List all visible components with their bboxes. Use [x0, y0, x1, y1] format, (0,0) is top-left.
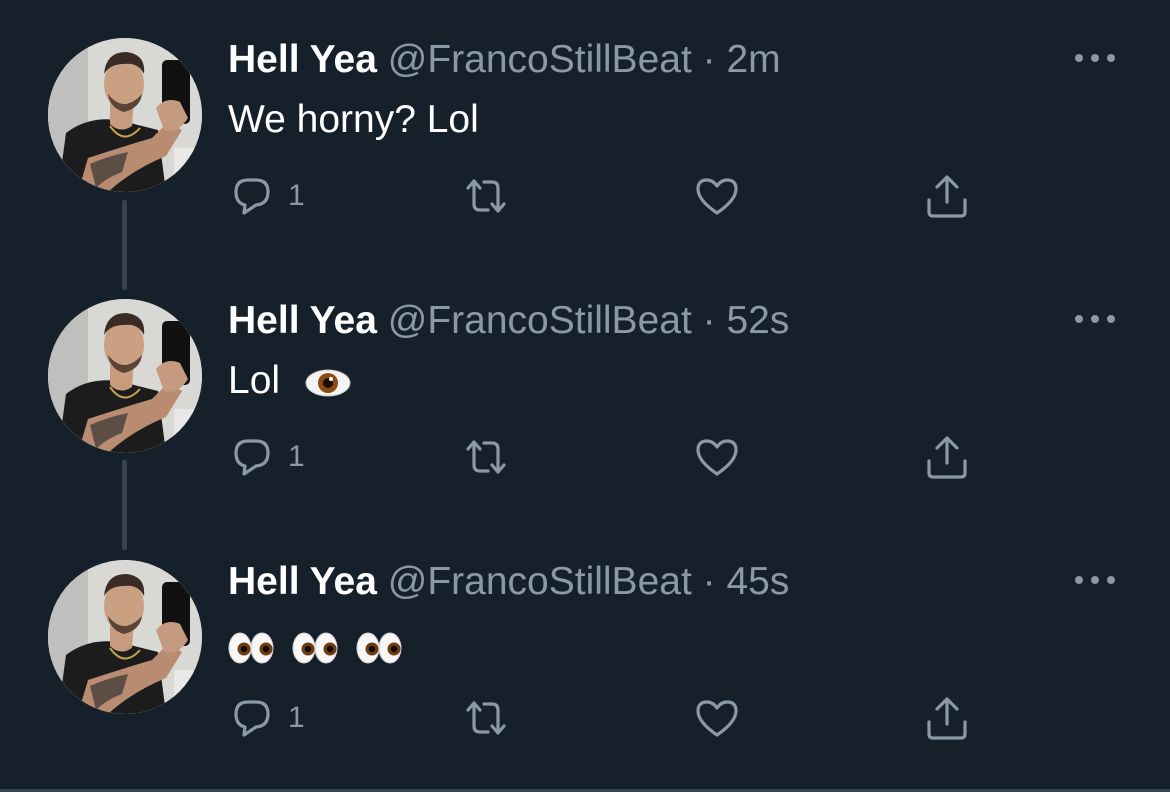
like-button[interactable]: [692, 433, 742, 481]
retweet-button[interactable]: [458, 694, 514, 742]
reply-button[interactable]: 1: [228, 694, 305, 742]
eyes-emoji: [292, 632, 338, 664]
user-handle[interactable]: @FrancoStillBeat: [388, 299, 692, 342]
eyes-emoji: [356, 632, 402, 664]
retweet-icon: [466, 440, 506, 474]
user-handle[interactable]: @FrancoStillBeat: [388, 38, 692, 81]
more-icon[interactable]: [1070, 46, 1120, 70]
like-button[interactable]: [692, 172, 742, 220]
reply-icon: [234, 700, 270, 737]
share-icon: [927, 175, 967, 218]
reply-icon: [234, 439, 270, 476]
tweet[interactable]: Hell Yea @FrancoStillBeat · 52s Lol 1: [0, 261, 1170, 521]
tweet-header: Hell Yea @FrancoStillBeat · 2m: [228, 38, 781, 82]
eyes-emoji: [228, 632, 274, 664]
retweet-button[interactable]: [458, 433, 514, 481]
reply-button[interactable]: 1: [228, 172, 305, 220]
display-name[interactable]: Hell Yea: [228, 299, 377, 342]
share-button[interactable]: [922, 694, 972, 742]
tweet-header: Hell Yea @FrancoStillBeat · 52s: [228, 299, 789, 343]
retweet-icon: [466, 179, 506, 213]
reply-count: 1: [288, 179, 305, 212]
eye-emoji: [305, 369, 351, 397]
retweet-icon: [466, 701, 506, 735]
timestamp[interactable]: 45s: [726, 560, 789, 603]
display-name[interactable]: Hell Yea: [228, 38, 377, 81]
reply-count: 1: [288, 701, 305, 734]
reply-icon: [234, 178, 270, 215]
share-button[interactable]: [922, 433, 972, 481]
retweet-button[interactable]: [458, 172, 514, 220]
like-icon: [696, 178, 738, 215]
avatar[interactable]: [48, 299, 202, 453]
tweet-text-content: We horny? Lol: [228, 98, 479, 141]
tweet[interactable]: Hell Yea @FrancoStillBeat · 45s 1: [0, 522, 1170, 782]
avatar[interactable]: [48, 38, 202, 192]
tweet-text: We horny? Lol: [228, 96, 479, 144]
share-icon: [927, 436, 967, 479]
separator-dot: ·: [702, 299, 716, 342]
tweet[interactable]: Hell Yea @FrancoStillBeat · 2m We horny?…: [0, 0, 1170, 260]
user-handle[interactable]: @FrancoStillBeat: [388, 560, 692, 603]
like-icon: [696, 700, 738, 737]
share-button[interactable]: [922, 172, 972, 220]
tweet-text: [228, 622, 402, 670]
more-icon[interactable]: [1070, 307, 1120, 331]
share-icon: [927, 697, 967, 740]
display-name[interactable]: Hell Yea: [228, 560, 377, 603]
tweet-header: Hell Yea @FrancoStillBeat · 45s: [228, 560, 789, 604]
more-icon[interactable]: [1070, 568, 1120, 592]
timestamp[interactable]: 2m: [726, 38, 780, 81]
tweet-text-content: Lol: [228, 359, 281, 402]
avatar[interactable]: [48, 560, 202, 714]
reply-button[interactable]: 1: [228, 433, 305, 481]
separator-dot: ·: [702, 560, 716, 603]
tweet-text: Lol: [228, 357, 353, 405]
like-button[interactable]: [692, 694, 742, 742]
separator-dot: ·: [702, 38, 716, 81]
like-icon: [696, 439, 738, 476]
timestamp[interactable]: 52s: [726, 299, 789, 342]
reply-count: 1: [288, 440, 305, 473]
